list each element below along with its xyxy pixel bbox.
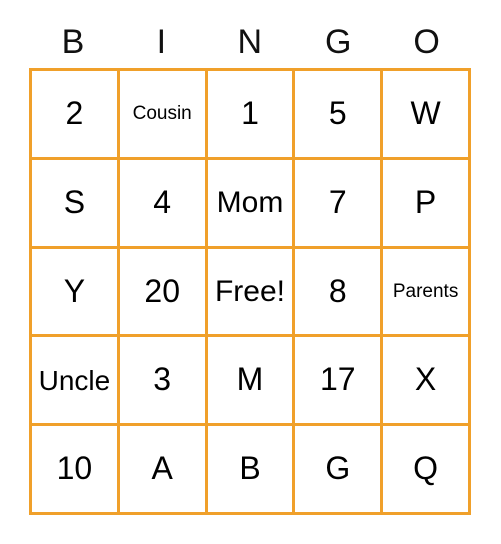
bingo-cell-label: W	[410, 95, 441, 132]
bingo-cell-label: 4	[153, 183, 172, 220]
bingo-cell-label: Free!	[214, 274, 285, 308]
bingo-grid: 2 Cousin 1 5 W S 4 Mom 7 P Y 20 Free! 8 Parents Uncle 3 M…	[29, 68, 471, 515]
bingo-cell[interactable]: Mom	[207, 159, 296, 249]
bingo-header-letter-i: I	[156, 23, 167, 61]
bingo-cell[interactable]: 1	[207, 71, 296, 160]
bingo-cell-label: 20	[144, 272, 180, 309]
bingo-cell-label: Uncle	[38, 364, 111, 396]
bingo-cell[interactable]: 4	[119, 159, 208, 249]
bingo-cell-label: Y	[63, 272, 86, 309]
bingo-cell[interactable]: Q	[383, 426, 471, 515]
bingo-cell[interactable]: Free!	[207, 248, 296, 338]
bingo-header-letter-g: G	[324, 23, 352, 61]
bingo-cell[interactable]: G	[295, 426, 384, 515]
bingo-cell[interactable]: B	[207, 426, 296, 515]
bingo-cell-label: Mom	[216, 185, 284, 219]
bingo-cell-label: G	[325, 450, 351, 487]
bingo-cell[interactable]: 5	[295, 71, 384, 160]
bingo-cell-label: B	[239, 450, 261, 487]
bingo-cell[interactable]: M	[207, 337, 296, 427]
bingo-card: B I N G O 2 Cousin 1 5 W S 4 Mom 7 P Y 20 Free! 8 Pare…	[0, 0, 501, 544]
bingo-cell-label: Q	[413, 450, 439, 487]
bingo-cell[interactable]: Cousin	[119, 71, 208, 160]
bingo-cell-label: Parents	[392, 280, 459, 302]
bingo-cell-label: 17	[319, 361, 356, 398]
bingo-cell-label: M	[236, 361, 264, 398]
bingo-cell[interactable]: 17	[295, 337, 384, 427]
bingo-cell-label: 10	[56, 450, 93, 487]
bingo-cell-label: A	[151, 450, 173, 487]
bingo-cell-label: 2	[65, 95, 84, 132]
bingo-cell-label: Cousin	[132, 102, 192, 124]
bingo-cell[interactable]: A	[119, 426, 208, 515]
bingo-cell-label: 7	[328, 183, 347, 220]
bingo-cell[interactable]: 10	[32, 426, 120, 515]
bingo-cell[interactable]: 7	[295, 159, 384, 249]
bingo-cell[interactable]: 8	[295, 248, 384, 338]
bingo-cell-label: 8	[328, 272, 347, 309]
bingo-cell[interactable]: W	[383, 71, 471, 160]
bingo-cell[interactable]: 3	[119, 337, 208, 427]
bingo-cell[interactable]: Parents	[383, 248, 471, 338]
bingo-cell[interactable]: 20	[119, 248, 208, 338]
bingo-cell[interactable]: Y	[32, 248, 120, 338]
bingo-header-letter-b: B	[61, 23, 85, 61]
bingo-cell-label: P	[414, 183, 437, 220]
bingo-cell[interactable]: P	[383, 159, 471, 249]
bingo-header-row: B I N G O	[29, 18, 471, 66]
bingo-header-letter-o: O	[413, 23, 441, 61]
bingo-cell[interactable]: X	[383, 337, 471, 427]
bingo-cell-label: 1	[241, 95, 259, 132]
bingo-cell-label: 3	[153, 361, 172, 398]
bingo-cell-label: X	[414, 361, 437, 398]
bingo-cell[interactable]: S	[32, 159, 120, 249]
bingo-cell-label: 5	[328, 95, 347, 132]
bingo-header-letter-n: N	[237, 23, 263, 61]
bingo-cell-label: S	[63, 183, 86, 220]
bingo-cell[interactable]: 2	[32, 71, 120, 160]
bingo-cell[interactable]: Uncle	[32, 337, 120, 427]
